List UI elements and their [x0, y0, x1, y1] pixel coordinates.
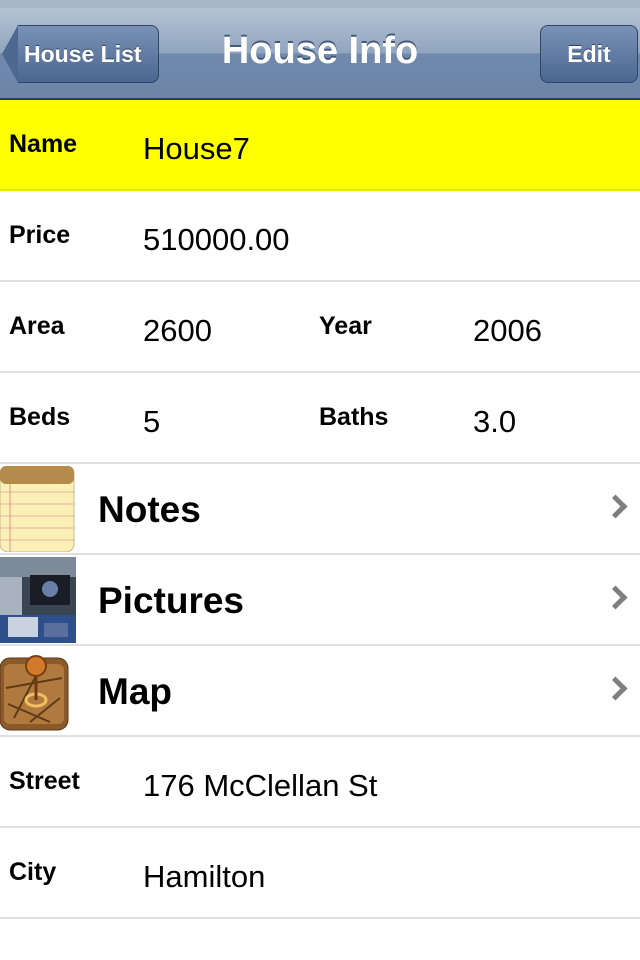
price-row[interactable]: Price 510000.00 — [0, 191, 640, 282]
notes-label: Notes — [98, 489, 201, 530]
notes-row[interactable]: Notes — [0, 464, 640, 555]
city-value: Hamilton — [143, 859, 266, 894]
street-row[interactable]: Street 176 McClellan St — [0, 737, 640, 828]
notepad-icon — [0, 466, 76, 552]
chevron-right-icon — [603, 585, 628, 610]
area-value: 2600 — [143, 313, 212, 348]
area-label: Area — [9, 312, 65, 340]
price-value: 510000.00 — [143, 222, 290, 257]
city-row[interactable]: City Hamilton — [0, 828, 640, 919]
street-label: Street — [9, 767, 80, 795]
baths-value: 3.0 — [473, 404, 517, 439]
edit-button[interactable]: Edit — [540, 25, 638, 83]
beds-label: Beds — [9, 403, 71, 431]
map-row[interactable]: Map — [0, 646, 640, 737]
pictures-label: Pictures — [98, 580, 245, 621]
chevron-right-icon — [603, 676, 628, 701]
year-label: Year — [319, 312, 372, 340]
baths-label: Baths — [319, 403, 389, 431]
city-label: City — [9, 858, 57, 886]
beds-value: 5 — [143, 404, 161, 439]
year-value: 2006 — [473, 313, 542, 348]
status-bar — [0, 0, 640, 8]
map-label: Map — [98, 671, 172, 712]
name-label: Name — [9, 130, 78, 158]
navigation-bar: House List House Info Edit — [0, 8, 640, 100]
map-pin-icon — [0, 648, 76, 734]
street-value: 176 McClellan St — [143, 768, 378, 803]
price-label: Price — [9, 221, 71, 249]
state-row-partial[interactable] — [0, 919, 640, 960]
chevron-right-icon — [603, 494, 628, 519]
pictures-row[interactable]: Pictures — [0, 555, 640, 646]
beds-baths-row[interactable]: Beds 5 Baths 3.0 — [0, 373, 640, 464]
photo-thumbnail — [0, 557, 76, 643]
name-value: House7 — [143, 131, 250, 166]
name-row[interactable]: Name House7 — [0, 100, 640, 191]
area-year-row[interactable]: Area 2600 Year 2006 — [0, 282, 640, 373]
